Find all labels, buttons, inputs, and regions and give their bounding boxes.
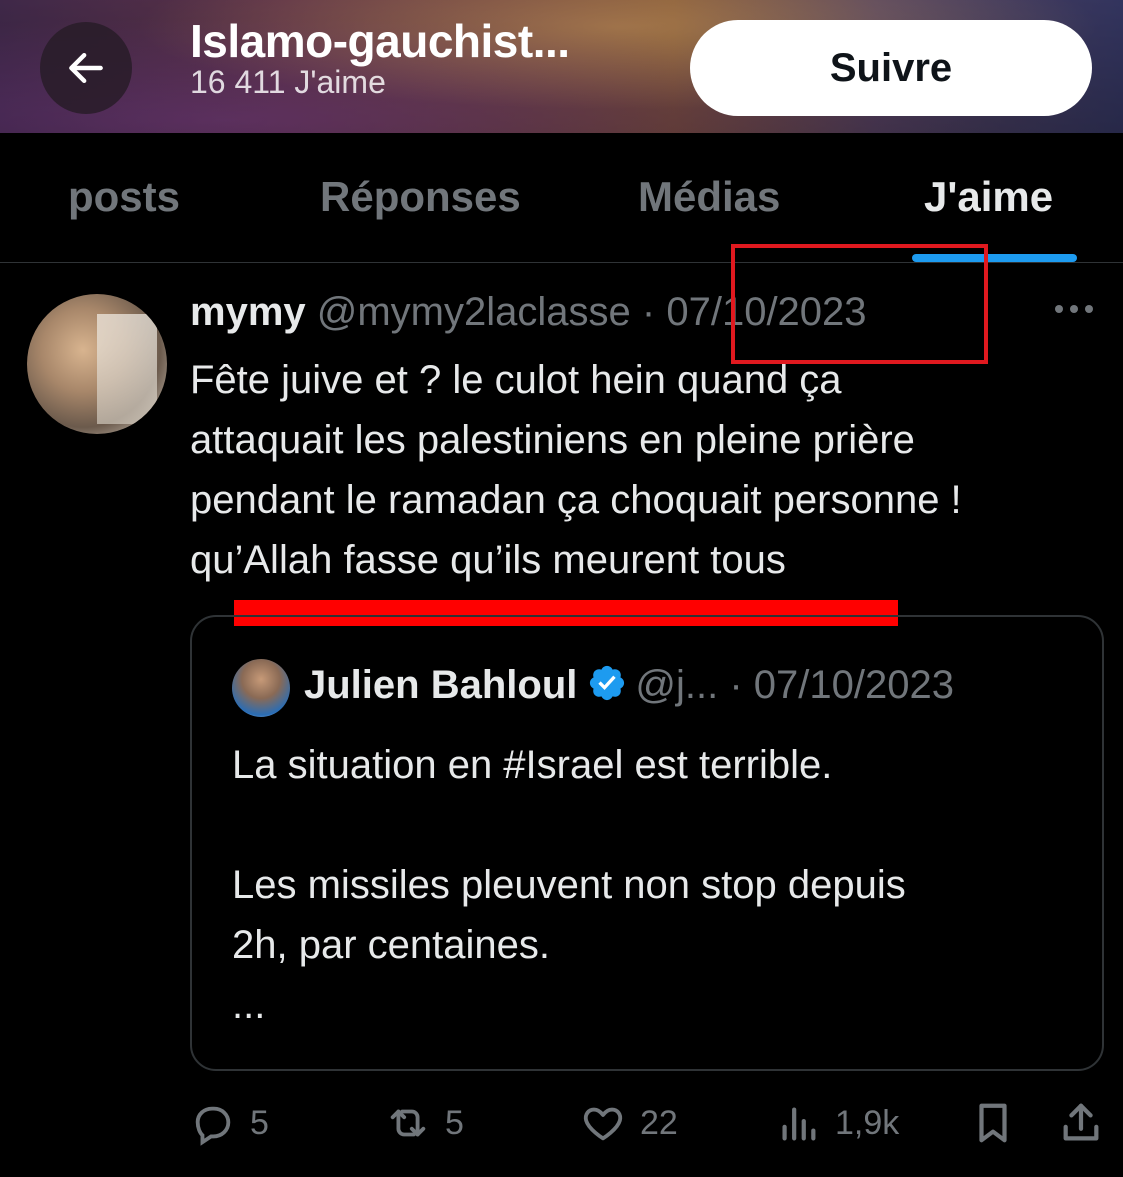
tweet-actions: 5 5 22 1,9k (0, 1090, 1123, 1160)
views-chart-icon (782, 1107, 816, 1141)
reply-count: 5 (250, 1103, 269, 1142)
views-button[interactable]: 1,9k (775, 1098, 899, 1148)
heart-icon (583, 1107, 623, 1141)
quoted-tweet-date: 07/10/2023 (753, 663, 954, 707)
back-button[interactable] (40, 22, 132, 114)
meta-separator: · (729, 663, 743, 707)
like-count: 22 (640, 1103, 678, 1142)
quoted-author-handle: @j... (635, 663, 719, 707)
tweet-text-line: pendant le ramadan ça choquait personne … (190, 478, 962, 522)
quoted-text-line (232, 795, 1072, 855)
tab-media[interactable]: Médias (638, 173, 780, 221)
repost-button[interactable]: 5 (385, 1098, 464, 1148)
quoted-text-line: La situation en #Israel est terrible. (232, 743, 833, 787)
verified-badge-icon (590, 665, 625, 701)
avatar[interactable] (27, 294, 167, 434)
quoted-text-line: 2h, par centaines. (232, 923, 550, 967)
meta-separator: · (641, 290, 656, 334)
author-handle[interactable]: @mymy2laclasse (317, 290, 631, 334)
tab-posts[interactable]: posts (68, 173, 180, 221)
tweet-text-line: Fête juive et ? le culot hein quand ça (190, 358, 842, 402)
profile-header: Islamo-gauchist... 16 411 J'aime Suivre (0, 0, 1123, 133)
tweet-text: Fête juive et ? le culot hein quand ça a… (190, 350, 1110, 590)
bookmark-button[interactable] (970, 1098, 1016, 1148)
like-button[interactable]: 22 (580, 1098, 678, 1148)
repost-count: 5 (445, 1103, 464, 1142)
quoted-tweet-text: La situation en #Israel est terrible. Le… (232, 735, 1072, 1035)
likes-count: 16 411 J'aime (190, 64, 386, 100)
tab-replies[interactable]: Réponses (320, 173, 521, 221)
share-icon (1063, 1103, 1099, 1141)
annotation-date-box (731, 244, 988, 364)
quoted-text-line: ... (232, 983, 266, 1027)
follow-button[interactable]: Suivre (690, 20, 1092, 116)
tab-likes[interactable]: J'aime (924, 173, 1053, 221)
profile-title: Islamo-gauchist... (190, 15, 570, 67)
reply-button[interactable]: 5 (190, 1098, 269, 1148)
quoted-tweet[interactable]: Julien Bahloul @j... · 07/10/2023 La situ… (190, 615, 1104, 1071)
quoted-author-name: Julien Bahloul (304, 663, 578, 707)
arrow-left-icon (69, 52, 103, 84)
more-options-icon[interactable] (1055, 300, 1101, 326)
quoted-tweet-header: Julien Bahloul @j... · 07/10/2023 (304, 663, 954, 708)
repost-icon (390, 1109, 426, 1137)
reply-icon (195, 1106, 231, 1146)
quoted-avatar (232, 659, 290, 717)
share-button[interactable] (1058, 1098, 1104, 1148)
tweet-text-line: attaquait les palestiniens en pleine pri… (190, 418, 915, 462)
views-count: 1,9k (835, 1103, 900, 1142)
author-name[interactable]: mymy (190, 290, 306, 334)
tweet-text-line: qu’Allah fasse qu’ils meurent tous (190, 538, 786, 582)
quoted-text-line: Les missiles pleuvent non stop depuis (232, 863, 906, 907)
bookmark-icon (979, 1103, 1007, 1143)
